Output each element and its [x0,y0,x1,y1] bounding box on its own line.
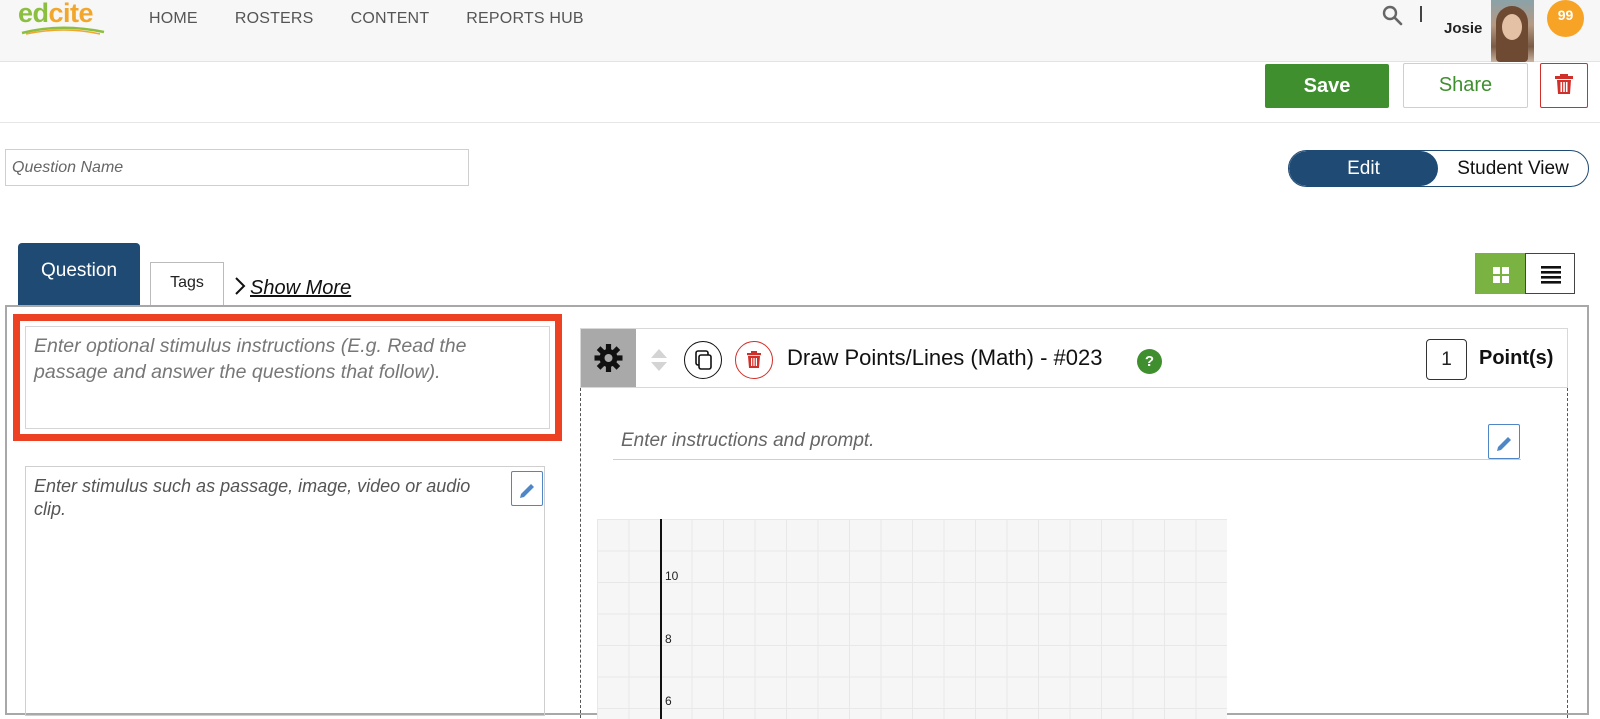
trash-icon [1555,74,1573,94]
graph-canvas[interactable]: 10 8 6 [597,519,1227,719]
question-card-header: Draw Points/Lines (Math) - #023 ? 1 Poin… [580,328,1568,388]
nav-content[interactable]: CONTENT [351,10,430,28]
tab-question[interactable]: Question [18,243,140,306]
prompt-field[interactable]: Enter instructions and prompt. [613,430,1521,460]
share-button[interactable]: Share [1403,63,1528,108]
mode-toggle[interactable]: Edit Student View [1288,150,1589,187]
list-icon [1541,266,1561,284]
list-view-button[interactable] [1525,253,1575,294]
avatar[interactable] [1491,0,1534,62]
y-tick-label: 8 [665,632,672,646]
trash-icon [747,351,761,368]
y-tick-label: 6 [665,694,672,708]
delete-button[interactable] [1540,63,1588,108]
edcite-logo[interactable]: edcite [18,0,105,35]
edit-mode-option[interactable]: Edit [1289,151,1438,186]
stimulus-edit-button[interactable] [511,471,543,506]
question-card-body: Enter instructions and prompt. 10 8 6 [580,388,1568,719]
nav-reports-hub[interactable]: REPORTS HUB [466,10,583,28]
nav-divider [1420,6,1422,22]
user-name[interactable]: Josie [1444,20,1482,37]
pencil-icon [520,484,534,498]
copy-icon [695,350,712,370]
main-nav: HOME ROSTERS CONTENT REPORTS HUB [149,10,584,28]
notification-badge[interactable]: 99 [1547,0,1584,37]
points-input[interactable]: 1 [1426,339,1467,380]
y-tick-label: 10 [665,569,679,583]
chevron-right-icon[interactable] [234,276,246,296]
save-button[interactable]: Save [1265,64,1389,108]
stimulus-instructions-field[interactable]: Enter optional stimulus instructions (E.… [25,326,550,429]
settings-button[interactable] [581,329,636,387]
grid-icon [1493,267,1509,283]
top-nav: edcite HOME ROSTERS CONTENT REPORTS HUB … [0,0,1600,62]
grid-view-button[interactable] [1475,253,1525,294]
duplicate-button[interactable] [684,341,722,379]
show-more-link[interactable]: Show More [250,277,351,300]
reorder-arrows-icon[interactable] [649,347,669,373]
action-bar: Save Share [0,62,1600,123]
delete-question-button[interactable] [735,341,773,379]
stimulus-instructions-highlight: Enter optional stimulus instructions (E.… [13,314,562,441]
tab-tags[interactable]: Tags [150,262,224,306]
question-name-input[interactable] [5,149,469,186]
nav-rosters[interactable]: ROSTERS [235,10,314,28]
help-icon[interactable]: ? [1137,349,1162,374]
nav-home[interactable]: HOME [149,10,198,28]
student-view-option[interactable]: Student View [1438,151,1588,186]
gear-icon [594,344,623,372]
prompt-edit-button[interactable] [1488,424,1520,459]
stimulus-content-placeholder: Enter stimulus such as passage, image, v… [34,476,471,519]
pencil-icon [1497,437,1511,451]
stimulus-content-field[interactable]: Enter stimulus such as passage, image, v… [25,466,545,716]
search-icon[interactable] [1382,5,1404,27]
logo-part-2: cite [48,0,94,28]
logo-swoosh-icon [21,26,105,35]
points-label: Point(s) [1479,347,1554,369]
question-title: Draw Points/Lines (Math) - #023 [787,345,1103,370]
y-axis [660,519,662,719]
logo-part-1: ed [18,0,49,28]
